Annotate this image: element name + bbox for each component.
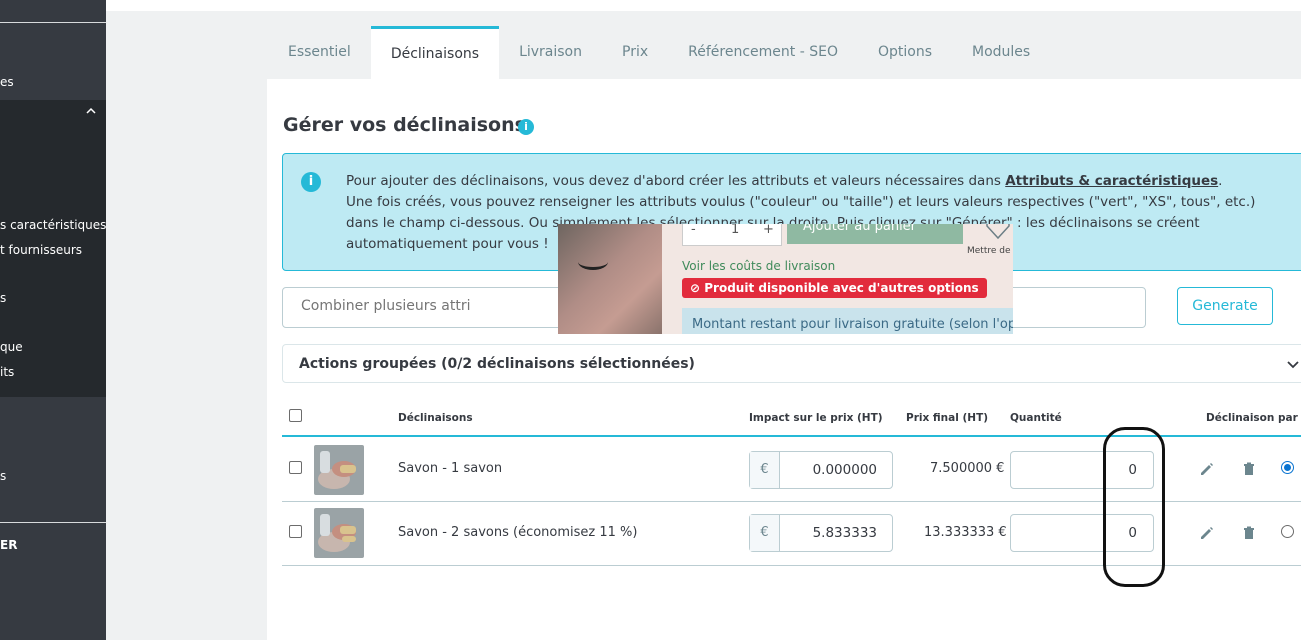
currency-addon: € xyxy=(750,452,780,488)
sidebar-item-6[interactable]: s xyxy=(0,469,6,483)
alert-text-end: . xyxy=(1218,173,1223,189)
chevron-up-icon[interactable] xyxy=(85,105,97,117)
quantity-field[interactable] xyxy=(1010,514,1154,552)
row-divider xyxy=(282,565,1301,566)
alert-text: Pour ajouter des déclinaisons, vous deve… xyxy=(346,173,1006,189)
tab-seo[interactable]: Référencement - SEO xyxy=(668,26,858,79)
quantity-input[interactable] xyxy=(1011,452,1153,488)
stepper-plus[interactable]: + xyxy=(763,224,774,237)
sidebar: es s caractéristiques t fournisseurs s q… xyxy=(0,0,106,640)
sidebar-item-7[interactable]: ER xyxy=(0,538,17,552)
availability-badge: ⊘ Produit disponible avec d'autres optio… xyxy=(682,278,987,298)
sidebar-item-1[interactable]: s caractéristiques xyxy=(0,218,106,232)
free-shipping-remaining: Montant restant pour livraison gratuite … xyxy=(682,308,1013,334)
sidebar-divider xyxy=(0,522,106,523)
attributes-link[interactable]: Attributs & caractéristiques xyxy=(1005,173,1218,189)
chevron-down-icon xyxy=(1287,361,1299,369)
header-bar xyxy=(106,0,1301,11)
combine-attributes-input[interactable] xyxy=(301,298,471,314)
default-combination-radio[interactable] xyxy=(1281,525,1294,538)
col-header-impact: Impact sur le prix (HT) xyxy=(749,412,883,424)
combination-name: Savon - 2 savons (économisez 11 %) xyxy=(398,525,638,540)
bulk-actions-label: Actions groupées (0/2 déclinaisons sélec… xyxy=(299,356,695,372)
bookmark-icon[interactable] xyxy=(985,224,1011,242)
availability-badge-text: Produit disponible avec d'autres options xyxy=(704,281,979,295)
shipping-costs-link[interactable]: Voir les coûts de livraison xyxy=(682,259,835,273)
sidebar-item-5[interactable]: its xyxy=(0,365,14,379)
row-checkbox[interactable] xyxy=(289,461,302,474)
sidebar-item-0[interactable]: es xyxy=(0,75,14,89)
edit-icon[interactable] xyxy=(1199,525,1215,541)
stepper-value: 1 xyxy=(731,224,740,237)
price-impact-input[interactable] xyxy=(781,515,891,551)
col-header-quantity: Quantité xyxy=(1010,412,1062,424)
delete-icon[interactable] xyxy=(1241,525,1257,541)
bulk-actions-dropdown[interactable]: Actions groupées (0/2 déclinaisons sélec… xyxy=(282,344,1301,383)
tab-declinaisons[interactable]: Déclinaisons xyxy=(370,26,500,79)
col-header-final-price: Prix final (HT) xyxy=(906,412,989,424)
row-checkbox[interactable] xyxy=(289,525,302,538)
tab-livraison[interactable]: Livraison xyxy=(499,26,602,79)
sidebar-divider xyxy=(0,22,106,23)
row-divider xyxy=(282,501,1301,502)
final-price: 7.500000 € xyxy=(930,461,1005,476)
currency-addon: € xyxy=(750,515,780,551)
final-price: 13.333333 € xyxy=(924,525,1007,540)
quantity-field[interactable] xyxy=(1010,451,1154,489)
wrist-band-shape xyxy=(578,254,608,270)
sidebar-item-2[interactable]: t fournisseurs xyxy=(0,243,82,257)
product-photo xyxy=(558,224,662,334)
quantity-stepper[interactable]: - 1 + xyxy=(682,224,782,246)
tab-options[interactable]: Options xyxy=(858,26,952,79)
delete-icon[interactable] xyxy=(1241,461,1257,477)
price-impact-input[interactable] xyxy=(781,452,891,488)
quantity-input[interactable] xyxy=(1011,515,1153,551)
select-all-checkbox[interactable] xyxy=(289,409,302,422)
product-thumbnail xyxy=(314,445,364,495)
price-impact-field[interactable]: € xyxy=(749,514,893,552)
tab-prix[interactable]: Prix xyxy=(602,26,668,79)
sidebar-item-3[interactable]: s xyxy=(0,291,6,305)
sidebar-item-4[interactable]: que xyxy=(0,340,23,354)
combination-name: Savon - 1 savon xyxy=(398,461,503,476)
storefront-snippet-overlay: - 1 + Ajouter au panier Mettre de Voir l… xyxy=(558,224,1013,334)
stepper-minus[interactable]: - xyxy=(691,224,696,237)
table-header-divider xyxy=(282,435,1301,437)
edit-icon[interactable] xyxy=(1199,461,1215,477)
wishlist-label[interactable]: Mettre de xyxy=(967,246,1011,256)
product-thumbnail xyxy=(314,508,364,558)
col-header-combination: Déclinaisons xyxy=(398,412,473,424)
col-header-default: Déclinaison par défaut xyxy=(1206,412,1301,424)
add-to-cart-button[interactable]: Ajouter au panier xyxy=(787,224,963,244)
info-icon[interactable]: i xyxy=(518,119,534,135)
tab-essentiel[interactable]: Essentiel xyxy=(268,26,371,79)
page-title: Gérer vos déclinaisons xyxy=(283,114,526,136)
default-combination-radio[interactable] xyxy=(1281,461,1294,474)
info-circle-icon: i xyxy=(301,172,321,192)
tab-modules[interactable]: Modules xyxy=(952,26,1050,79)
generate-button[interactable]: Generate xyxy=(1177,287,1273,325)
product-tabs: Essentiel Déclinaisons Livraison Prix Ré… xyxy=(268,26,1050,79)
price-impact-field[interactable]: € xyxy=(749,451,893,489)
